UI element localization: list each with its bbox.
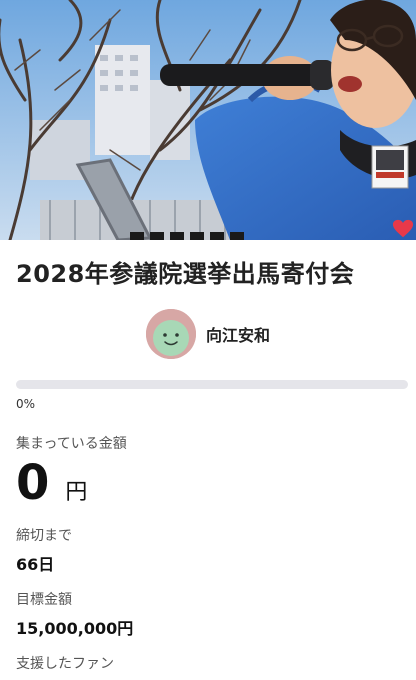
project-owner[interactable]: 向江安和 — [16, 308, 400, 360]
funding-progress-percent: 0% — [16, 397, 36, 411]
raised-amount: 0 円 — [16, 455, 400, 511]
project-page: 2028年参議院選挙出馬寄付会 向江安和 0% 集まっている金額 0 円 締切ま… — [0, 0, 416, 680]
goal-stat: 目標金額 15,000,000円 — [16, 589, 400, 639]
raised-amount-label: 集まっている金額 — [16, 436, 127, 452]
project-title: 2028年参議院選挙出馬寄付会 — [16, 260, 355, 288]
hero-photo — [0, 0, 416, 240]
project-details: 2028年参議院選挙出馬寄付会 向江安和 0% 集まっている金額 0 円 締切ま… — [0, 258, 416, 680]
raised-amount-unit: 円 — [65, 480, 88, 505]
goal-value: 15,000,000円 — [16, 619, 134, 638]
deadline-value: 66日 — [16, 555, 55, 574]
owner-name[interactable]: 向江安和 — [206, 322, 270, 346]
deadline-stat: 締切まで 66日 — [16, 525, 400, 575]
supporters-label: 支援したファン — [16, 656, 114, 672]
goal-label: 目標金額 — [16, 592, 72, 608]
deadline-label: 締切まで — [16, 528, 72, 544]
smiley-avatar-icon[interactable] — [145, 309, 196, 359]
supporters-stat: 支援したファン 0人 — [16, 653, 400, 680]
raised-amount-value: 0 — [16, 455, 50, 511]
heart-icon[interactable] — [392, 218, 414, 240]
funding-progress-bar — [16, 380, 408, 389]
